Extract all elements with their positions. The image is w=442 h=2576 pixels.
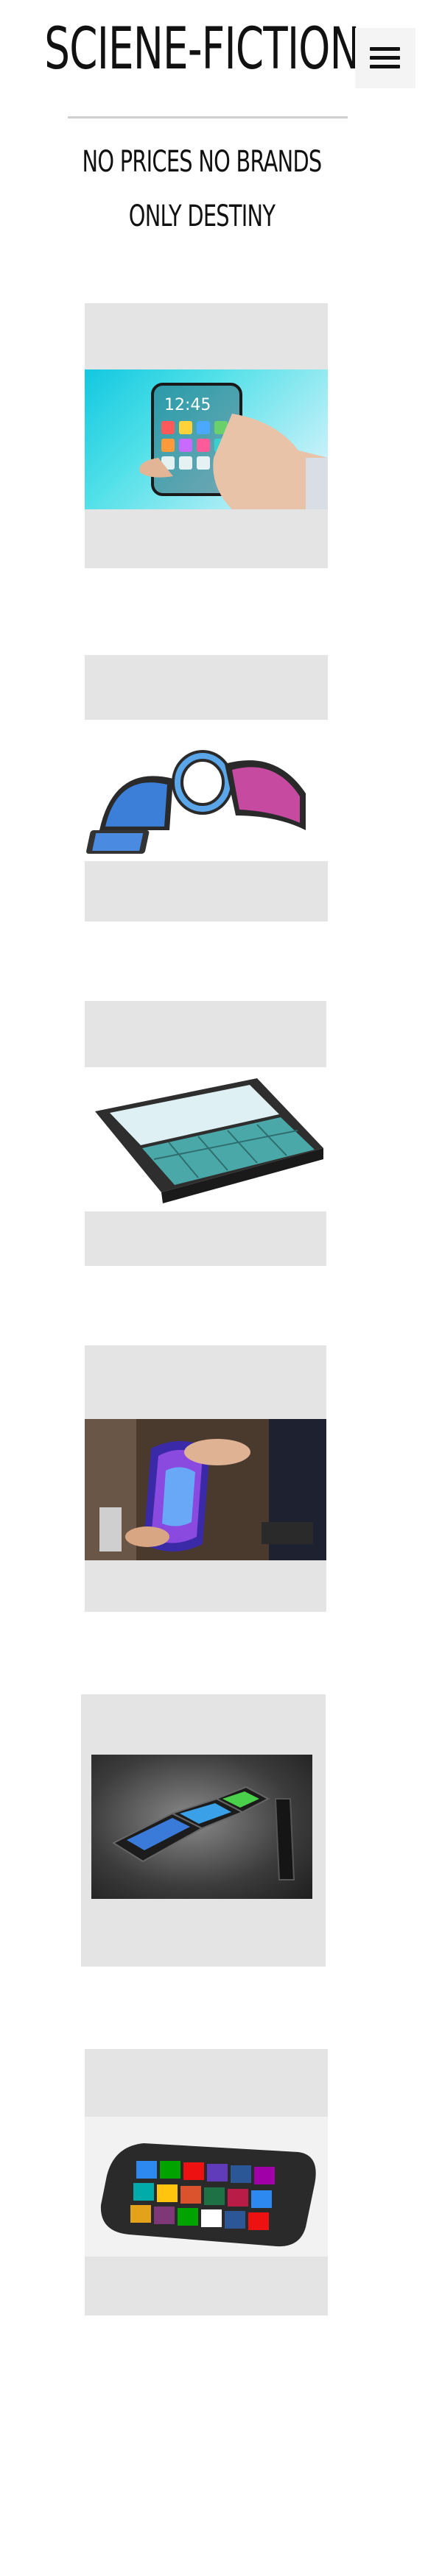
gallery-card-3[interactable]: [85, 1001, 326, 1266]
gallery-card-1[interactable]: 12:45: [85, 303, 328, 568]
gallery-card-5[interactable]: [81, 1694, 326, 1967]
tagline-line-2: ONLY DESTINY: [128, 199, 276, 233]
site-title: SCIENE-FICTION: [44, 16, 359, 82]
transparent-phone-image[interactable]: 12:45: [85, 369, 328, 509]
gallery-card-2[interactable]: [85, 655, 328, 921]
folding-phone-image[interactable]: [91, 1755, 312, 1899]
tagline-line-1: NO PRICES NO BRANDS: [82, 145, 323, 179]
windows-phone-image[interactable]: [85, 2117, 328, 2257]
header-divider: [68, 116, 348, 118]
bendable-display-image[interactable]: [85, 1419, 326, 1560]
hamburger-menu-button[interactable]: [355, 28, 415, 88]
svg-text:12:45: 12:45: [164, 396, 211, 414]
sliding-phone-image[interactable]: [85, 1067, 326, 1211]
flexible-phones-image[interactable]: [85, 720, 328, 861]
gallery-card-6[interactable]: [85, 2049, 328, 2315]
gallery-card-4[interactable]: [85, 1345, 326, 1612]
